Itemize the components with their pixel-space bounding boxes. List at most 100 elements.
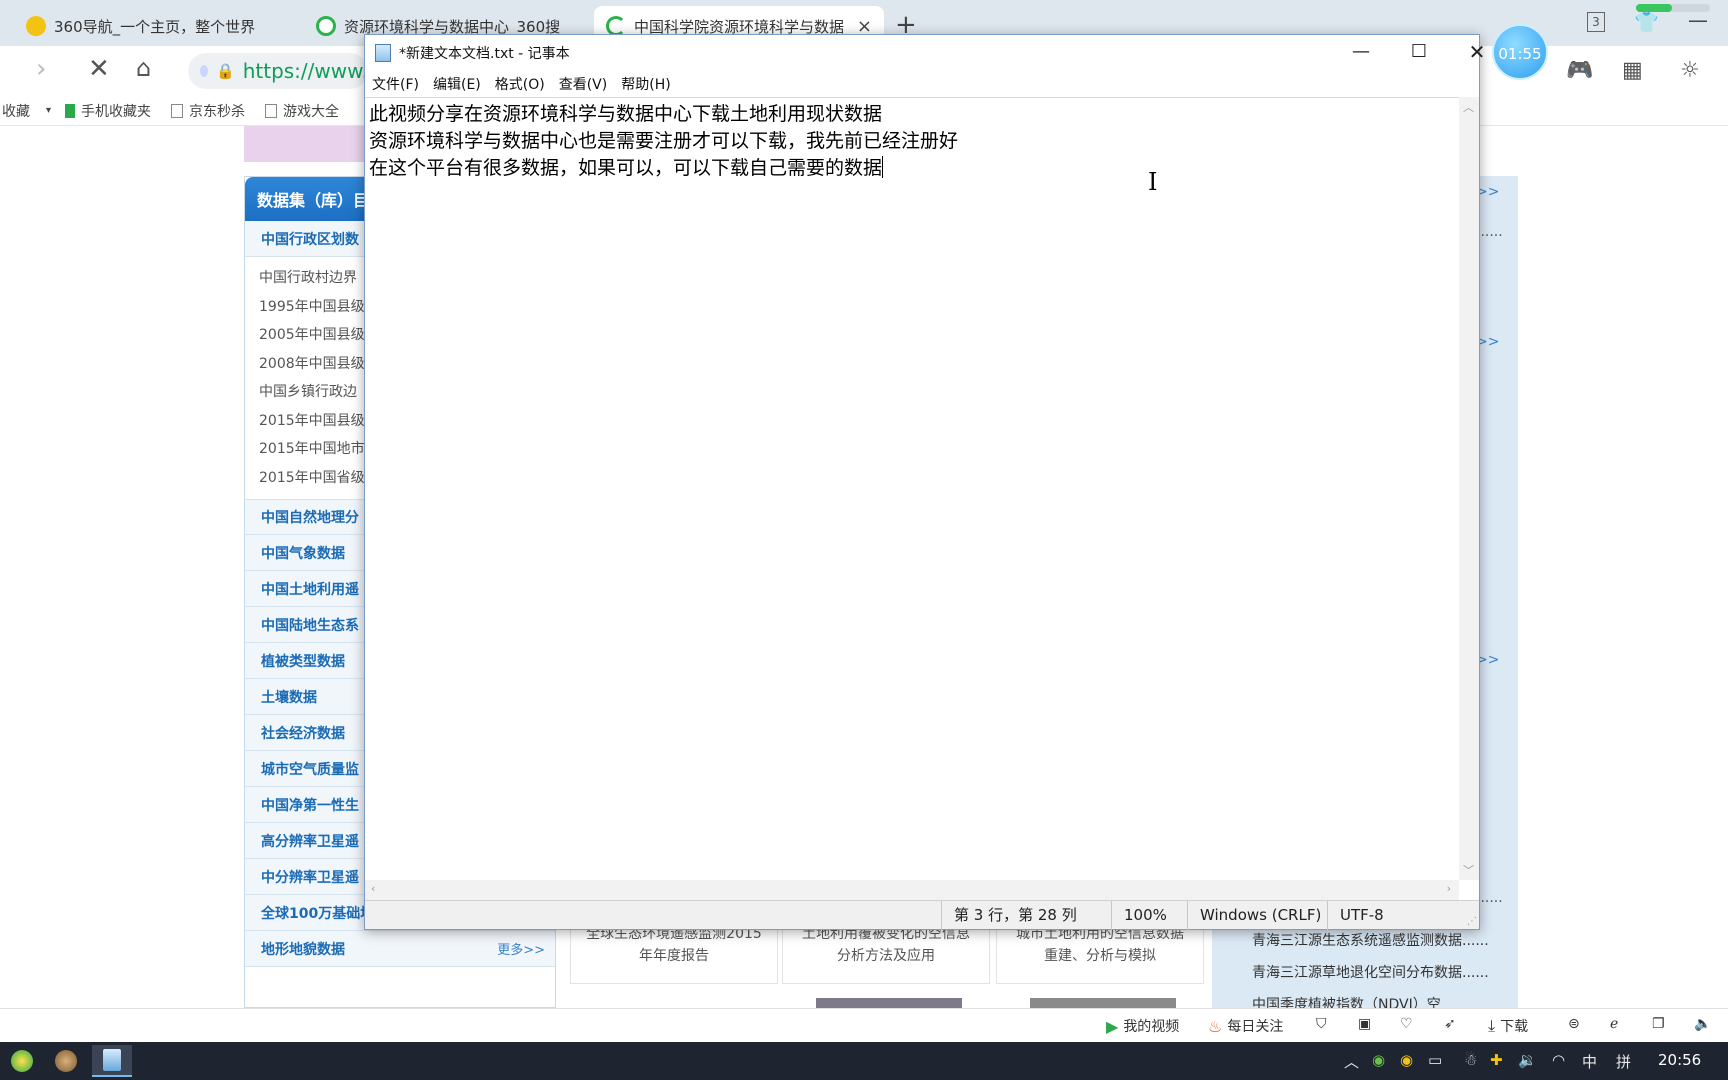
daily-follow-button[interactable]: ♨ 每日关注: [1208, 1016, 1283, 1036]
scroll-left-icon[interactable]: ‹: [371, 882, 375, 895]
right-link[interactable]: 青海三江源草地退化空间分布数据......: [1252, 962, 1489, 982]
rocket-icon[interactable]: ➶: [1444, 1016, 1456, 1032]
download-button[interactable]: ⤓ 下载: [1488, 1016, 1528, 1036]
category-label: 地形地貌数据: [261, 941, 345, 958]
news-thumbnail[interactable]: [1030, 998, 1176, 1008]
system-clock[interactable]: 20:56: [1658, 1051, 1701, 1069]
show-hidden-icons-icon[interactable]: ︿: [1344, 1051, 1359, 1072]
shield-icon[interactable]: ⛉: [1316, 1016, 1327, 1032]
notepad-window: *新建文本文档.txt - 记事本 — ☐ ✕ 文件(F) 编辑(E) 格式(O…: [364, 34, 1485, 930]
bookmark-games[interactable]: 游戏大全: [265, 101, 339, 121]
tab-360-nav[interactable]: 360导航_一个主页，整个世界: [14, 6, 304, 46]
scroll-right-icon[interactable]: ›: [1447, 882, 1451, 895]
page-icon: [171, 103, 184, 118]
menu-format[interactable]: 格式(O): [495, 74, 545, 94]
battery-icon[interactable]: ▭: [1428, 1051, 1442, 1069]
my-video-button[interactable]: ▶ 我的视频: [1106, 1016, 1179, 1036]
maximize-button[interactable]: ☐: [1390, 35, 1448, 71]
category-label: 城市空气质量监: [261, 761, 359, 778]
home-icon[interactable]: ⌂: [136, 54, 151, 82]
forward-icon[interactable]: ›: [36, 54, 46, 84]
menu-view[interactable]: 查看(V): [559, 74, 608, 94]
tray-security-icon[interactable]: ✚: [1490, 1051, 1503, 1069]
notepad-title-bar[interactable]: *新建文本文档.txt - 记事本 — ☐ ✕: [365, 35, 1485, 71]
taskbar-notepad[interactable]: [92, 1045, 132, 1077]
volume-icon[interactable]: 🔉: [1518, 1051, 1537, 1069]
bookmark-favorites[interactable]: 收藏 ▾: [2, 101, 51, 121]
tray-app-icon[interactable]: ◉: [1372, 1051, 1385, 1069]
menu-help[interactable]: 帮助(H): [621, 74, 670, 94]
encoding: UTF-8: [1327, 901, 1384, 930]
browser-minimize-icon[interactable]: —: [1688, 8, 1708, 32]
url-text[interactable]: https://www.: [243, 59, 368, 83]
category-label: 中国土地利用遥: [261, 581, 359, 598]
more-link[interactable]: 更多>>: [497, 939, 545, 958]
incognito-icon[interactable]: ⊜: [1568, 1016, 1580, 1032]
menu-file[interactable]: 文件(F): [372, 74, 419, 94]
close-button[interactable]: ✕: [1448, 35, 1506, 71]
phone-icon: [65, 103, 76, 118]
ime-mode[interactable]: 拼: [1616, 1051, 1631, 1072]
address-bar[interactable]: 🔒 https://www.: [188, 53, 368, 89]
bookmark-label: 京东秒杀: [189, 103, 246, 120]
map-thumbnail[interactable]: [244, 126, 364, 162]
news-title-line: 年年度报告: [639, 948, 709, 964]
category-label: 土壤数据: [261, 689, 317, 706]
lock-icon: 🔒: [216, 62, 235, 80]
category-label: 社会经济数据: [261, 725, 345, 742]
stop-loading-icon[interactable]: ✕: [88, 54, 110, 84]
bookmark-label: 游戏大全: [283, 103, 340, 120]
category-label: 中国陆地生态系: [261, 617, 359, 634]
apps-grid-icon[interactable]: ▦: [1622, 58, 1643, 83]
text-line: 此视频分享在资源环境科学与数据中心下载土地利用现状数据: [369, 103, 883, 125]
category-label: 中分辨率卫星遥: [261, 869, 359, 886]
scroll-down-icon[interactable]: ﹀: [1463, 862, 1474, 878]
notepad-status-bar: 第 3 行，第 28 列 100% Windows (CRLF) UTF-8 ⋰: [365, 900, 1479, 930]
window-mode-icon[interactable]: ❐: [1652, 1016, 1665, 1032]
mouse-ibeam-cursor-icon: I: [1148, 168, 1158, 196]
vertical-scrollbar[interactable]: ︿ ﹀: [1459, 97, 1479, 880]
minimize-button[interactable]: —: [1332, 35, 1390, 71]
text-editor-area[interactable]: 此视频分享在资源环境科学与数据中心下载土地利用现状数据 资源环境科学与数据中心也…: [365, 97, 1459, 880]
category-label: 中国净第一性生: [261, 797, 359, 814]
image-icon[interactable]: ▣: [1358, 1016, 1371, 1032]
360-search-icon: [316, 16, 336, 36]
tab-count-badge[interactable]: 3: [1587, 12, 1605, 32]
my-video-label: 我的视频: [1123, 1019, 1180, 1035]
app-icon: [55, 1050, 77, 1072]
wifi-icon[interactable]: ◠: [1552, 1051, 1565, 1069]
notepad-icon: [103, 1049, 121, 1071]
bookmark-label: 手机收藏夹: [81, 103, 152, 120]
menu-edit[interactable]: 编辑(E): [433, 74, 481, 94]
category-label: 中国自然地理分: [261, 510, 359, 526]
right-link[interactable]: 青海三江源生态系统遥感监测数据......: [1252, 930, 1489, 950]
taskbar-app-2[interactable]: [46, 1045, 86, 1077]
tab-title: 360导航_一个主页，整个世界: [54, 17, 256, 36]
brightness-icon[interactable]: ☼: [1680, 58, 1700, 83]
scroll-up-icon[interactable]: ︿: [1463, 99, 1474, 115]
zoom-level: 100%: [1111, 901, 1167, 930]
right-link[interactable]: 中国季度植被指数（NDVI）空: [1252, 994, 1441, 1008]
game-controller-icon[interactable]: 🎮: [1566, 58, 1593, 83]
category-terrain[interactable]: 地形地貌数据 更多>>: [245, 931, 555, 967]
ie-mode-icon[interactable]: ℯ: [1610, 1016, 1618, 1032]
text-line: 在这个平台有很多数据，如果可以，可以下载自己需要的数据: [369, 157, 883, 179]
news-thumbnail[interactable]: [816, 998, 962, 1008]
speaker-icon[interactable]: 🔈: [1694, 1016, 1711, 1032]
bookmark-mobile[interactable]: 手机收藏夹: [65, 101, 151, 121]
download-label: 下载: [1500, 1019, 1529, 1035]
chevron-down-icon: ▾: [46, 105, 52, 116]
text-line-with-caret: 在这个平台有很多数据，如果可以，可以下载自己需要的数据: [369, 155, 1455, 182]
resize-grip-icon[interactable]: ⋰: [1467, 916, 1477, 927]
bookmark-label: 收藏: [2, 103, 30, 120]
bookmark-jd[interactable]: 京东秒杀: [171, 101, 245, 121]
tray-360-icon[interactable]: ◉: [1400, 1051, 1413, 1069]
ime-language[interactable]: 中: [1582, 1051, 1597, 1072]
qq-icon[interactable]: ☃: [1464, 1051, 1477, 1069]
taskbar-360-browser[interactable]: [2, 1045, 42, 1077]
horizontal-scrollbar[interactable]: ‹ ›: [365, 880, 1459, 900]
site-info-icon[interactable]: [200, 65, 209, 77]
skin-shirt-icon[interactable]: 👕: [1634, 10, 1659, 34]
line-ending: Windows (CRLF): [1187, 901, 1321, 930]
heartbeat-icon[interactable]: ♡: [1400, 1016, 1413, 1032]
